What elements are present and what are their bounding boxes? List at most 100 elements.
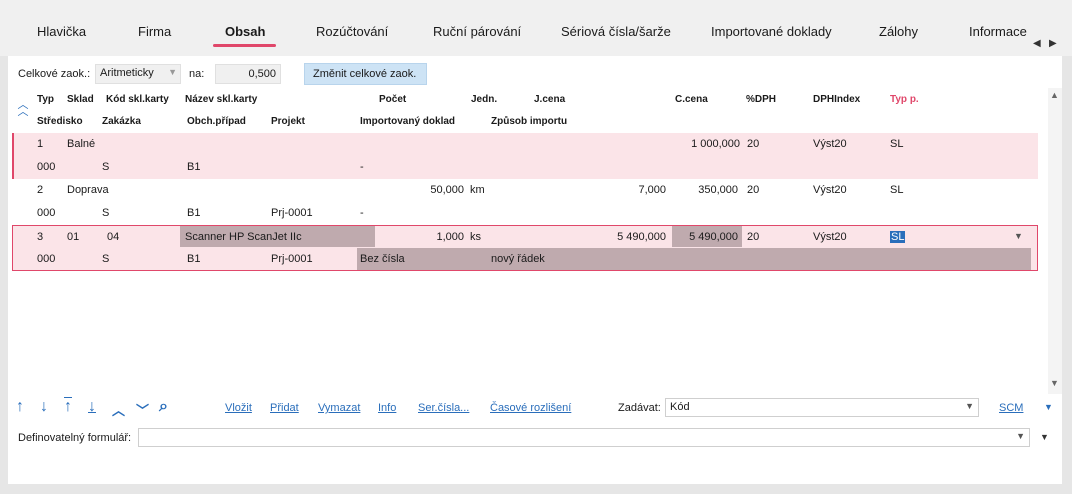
time-distribution-link[interactable]: Časové rozlišení (490, 402, 571, 414)
table-row[interactable]: 2 Doprava 50,000 km 7,000 350,000 20 Výs… (12, 179, 1038, 225)
cell-stredisko: 000 (37, 207, 56, 219)
chevron-down-icon: ▼ (965, 401, 974, 411)
col-header: Zakázka (102, 116, 141, 127)
cell-sklad: Doprava (67, 184, 109, 196)
cell-zakazka: S (102, 161, 110, 173)
cell-pocet: 1,000 (436, 231, 464, 243)
cell-sklad: 01 (67, 231, 80, 243)
tab-scroll-left-icon[interactable]: ◀ (1033, 38, 1041, 49)
toolbar-more-icon[interactable]: ▼ (1044, 402, 1053, 412)
col-header: J.cena (534, 94, 566, 105)
cell-typp: SL (890, 138, 904, 150)
arrow-bottom-icon[interactable]: ↓ (88, 398, 96, 416)
table-row-selected[interactable]: 3 01 04 Scanner HP ScanJet IIc 1,000 ks … (12, 225, 1038, 271)
insert-link[interactable]: Vložit (225, 402, 252, 414)
col-header: C.cena (675, 94, 708, 105)
col-header: Způsob importu (491, 116, 568, 127)
zadavat-value: Kód (670, 401, 690, 413)
cell-typ: 1 (37, 138, 44, 150)
tab-rozuctovani[interactable]: Rozúčtování (316, 24, 388, 39)
cell-dphindex: Výst20 (813, 184, 847, 196)
collapse-rows-icon[interactable]: ︿ ︿ (17, 100, 29, 118)
delete-link[interactable]: Vymazat (318, 402, 360, 414)
vertical-scrollbar[interactable]: ▲ ▼ (1048, 88, 1062, 394)
zadavat-label: Zadávat: (618, 402, 661, 414)
scroll-up-icon[interactable]: ▲ (1050, 90, 1059, 100)
arrow-top-icon[interactable]: ↑ (64, 398, 72, 416)
total-discount-mode-value: Aritmeticky (100, 67, 154, 79)
cell-dphindex: Výst20 (813, 138, 847, 150)
total-discount-label: Celkové zaok.: (18, 68, 91, 80)
cell-typp-editor[interactable]: SL (890, 231, 906, 243)
col-header: Obch.případ (187, 116, 246, 127)
info-link[interactable]: Info (378, 402, 396, 414)
col-header: Typ (37, 94, 55, 105)
cell-jedn: km (470, 184, 485, 196)
search-icon[interactable]: ⌕ (159, 398, 168, 416)
cell-typ: 3 (37, 231, 44, 243)
chevron-down-icon: ▼ (168, 67, 177, 77)
cell-zakazka: S (102, 207, 110, 219)
active-tab-indicator (213, 44, 276, 47)
cell-dph: 20 (747, 138, 760, 150)
form-select[interactable]: ▼ (138, 428, 1030, 447)
col-header: Středisko (37, 116, 83, 127)
cell-typp: SL (890, 184, 904, 196)
tab-informace[interactable]: Informace (969, 24, 1027, 39)
tab-bar: Hlavička Firma Obsah Rozúčtování Ruční p… (0, 0, 1072, 56)
cell-importdoc: - (360, 207, 364, 219)
cell-pocet: 50,000 (430, 184, 464, 196)
content-panel: Celkové zaok.: Aritmeticky ▼ na: 0,500 Z… (8, 56, 1062, 484)
arrow-down-icon[interactable]: ↓ (40, 398, 48, 416)
cell-nazev: Scanner HP ScanJet IIc (185, 231, 302, 243)
cell-stredisko: 000 (37, 253, 56, 265)
tab-hlavicka[interactable]: Hlavička (37, 24, 86, 39)
col-header: DPHIndex (813, 94, 861, 105)
cell-zakazka: S (102, 253, 110, 265)
cell-zpusob: nový řádek (491, 253, 545, 265)
change-discount-button[interactable]: Změnit celkové zaok. (304, 63, 427, 85)
tab-firma[interactable]: Firma (138, 24, 171, 39)
cell-obch: B1 (187, 253, 201, 265)
cell-stredisko: 000 (37, 161, 56, 173)
chevron-down-icon[interactable]: ▼ (1014, 231, 1023, 241)
zadavat-select[interactable]: Kód ▼ (665, 398, 979, 417)
col-header: Typ p. (890, 94, 919, 105)
col-header: %DPH (746, 94, 777, 105)
cell-projekt: Prj-0001 (271, 253, 313, 265)
cell-obch: B1 (187, 161, 201, 173)
cell-ccena: 5 490,000 (689, 231, 738, 243)
chevron-down-icon: ▼ (1016, 431, 1025, 441)
bottom-toolbar: ↑ ↓ ↑ ↓ ︿ ﹀ ⌕ Vložit Přidat Vymazat Info… (8, 394, 1062, 484)
col-header: Sklad (67, 94, 94, 105)
col-header: Název skl.karty (185, 94, 258, 105)
tab-rucni-parovani[interactable]: Ruční párování (433, 24, 521, 39)
tab-zalohy[interactable]: Zálohy (879, 24, 918, 39)
serial-numbers-link[interactable]: Ser.čísla... (418, 402, 469, 414)
add-link[interactable]: Přidat (270, 402, 299, 414)
scm-link[interactable]: SCM (999, 402, 1023, 414)
cell-projekt: Prj-0001 (271, 207, 313, 219)
total-discount-mode-select[interactable]: Aritmeticky ▼ (95, 64, 181, 84)
cell-dph: 20 (747, 231, 760, 243)
tab-seriova-cisla[interactable]: Sériová čísla/šarže (561, 24, 671, 39)
cell-jedn: ks (470, 231, 481, 243)
discount-value-input[interactable]: 0,500 (215, 64, 281, 84)
cell-sklad: Balné (67, 138, 96, 150)
cell-importdoc: Bez čísla (360, 253, 405, 265)
cell-ccena: 1 000,000 (691, 138, 740, 150)
col-header: Počet (379, 94, 407, 105)
chevron-down-icon[interactable]: ﹀ (136, 400, 149, 419)
on-label: na: (189, 68, 205, 80)
scroll-down-icon[interactable]: ▼ (1050, 378, 1059, 388)
tab-importovane-doklady[interactable]: Importované doklady (711, 24, 832, 39)
tab-obsah[interactable]: Obsah (225, 24, 265, 39)
tab-scroll-right-icon[interactable]: ▶ (1049, 38, 1057, 49)
col-header: Kód skl.karty (106, 94, 169, 105)
chevron-up-icon[interactable]: ︿ (112, 400, 125, 419)
table-row[interactable]: 1 Balné 1 000,000 20 Výst20 SL 000 S B1 … (12, 133, 1038, 179)
arrow-up-icon[interactable]: ↑ (16, 398, 24, 416)
col-header: Jedn. (471, 94, 498, 105)
cell-dph: 20 (747, 184, 760, 196)
form-more-icon[interactable]: ▼ (1040, 432, 1049, 442)
